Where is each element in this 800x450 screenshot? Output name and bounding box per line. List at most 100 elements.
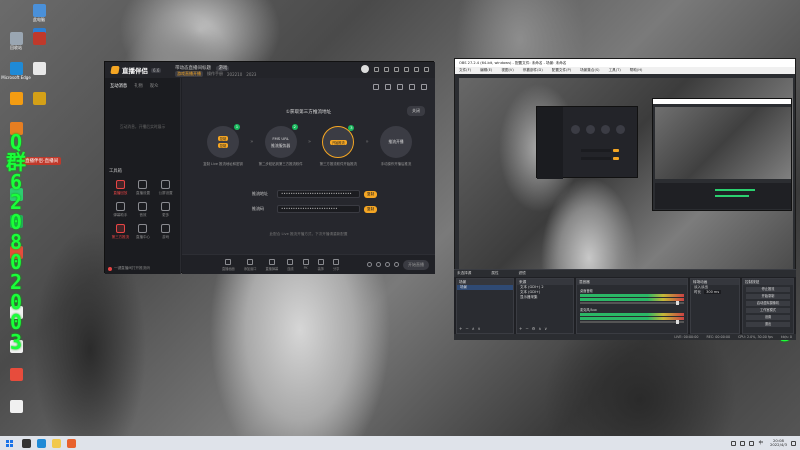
maximize-icon[interactable] [414,66,419,72]
home-icon[interactable] [385,84,391,90]
close-icon[interactable] [424,66,429,72]
menu-icon[interactable] [394,66,399,72]
scene-item[interactable]: 场景 [457,285,513,290]
obs-control-button[interactable]: 停止推流 [746,287,790,292]
tool-item[interactable]: 游戏 [154,224,177,240]
desktop-icon[interactable] [28,62,50,86]
obs-menu-item[interactable]: 编辑(E) [480,67,492,74]
copy-button[interactable]: 复制 [217,143,229,148]
obs-control-button[interactable]: 退出 [746,322,790,327]
shop-icon[interactable] [397,84,403,90]
filters-button[interactable]: 滤镜 [519,271,526,276]
copy-key-button[interactable]: 复制 [364,205,378,213]
up-icon[interactable]: ∧ [472,326,475,331]
bottom-tool[interactable]: 直播画面 [222,258,235,271]
desktop-icon[interactable] [5,368,27,392]
obs-control-button[interactable]: 工作室模式 [746,308,790,313]
duration-input[interactable]: 300 ms [704,290,722,294]
up-icon[interactable]: ∧ [538,326,541,331]
obs-control-button[interactable]: 启动虚拟摄像机 [746,301,790,306]
bottom-tool[interactable]: 连线 [287,258,294,271]
down-icon[interactable]: ∨ [544,326,547,331]
desktop-icon[interactable]: 此电脑 [28,4,50,28]
notification-icon[interactable] [373,84,379,90]
tool-item[interactable]: 直播中心 [132,224,155,240]
bottom-tool[interactable]: 添加窗口 [244,258,257,271]
copy-url-button[interactable]: 复制 [364,190,378,198]
audio-mixer-dock: 混音器 桌面音频 麦克风/Aux [576,278,688,334]
obs-menu-item[interactable]: 场景集合(S) [580,67,599,74]
desktop-icon[interactable]: 回收站 [5,32,27,56]
share-icon[interactable] [421,84,427,90]
tab-interaction[interactable]: 互动消息 [110,83,127,89]
avatar[interactable] [361,65,369,73]
obs-control-button[interactable]: 设置 [746,315,790,320]
desktop-icon[interactable]: Microsoft Edge [1,62,31,86]
add-icon[interactable]: + [519,326,522,331]
desktop-icon[interactable] [5,92,27,116]
tool-item[interactable]: 弹幕助手 [109,202,132,218]
remove-icon[interactable]: − [465,326,468,331]
chevron-up-icon[interactable] [731,440,737,446]
bottom-tool[interactable]: 分享 [333,258,339,271]
gear-icon[interactable] [394,262,399,267]
volume-icon[interactable] [749,440,755,446]
gear-icon[interactable]: ⚙ [532,326,536,331]
source-item[interactable]: 显示器采集 [517,295,573,300]
taskbar-live-app-icon[interactable] [67,438,76,448]
start-button[interactable] [2,436,16,450]
speaker-icon[interactable] [376,262,381,267]
tool-item[interactable]: 第三方推流 [109,224,132,240]
obs-menu-item[interactable]: 工具(T) [609,67,621,74]
taskbar-explorer-icon[interactable] [52,438,61,448]
clock-date: 2022/4/3 [769,442,787,447]
bottom-tool[interactable]: 直播弹幕 [266,258,278,271]
copy-button[interactable]: 复制 [217,136,229,141]
tool-item[interactable]: 直播回放 [109,180,132,196]
bottom-tool[interactable]: 装饰 [318,258,324,271]
volume-slider[interactable] [580,301,684,305]
start-push-button[interactable]: 开始推流 [329,139,347,145]
notification-icon[interactable] [791,440,796,446]
desktop-icon[interactable] [28,92,50,116]
desktop-icon[interactable] [5,400,27,424]
obs-menu-item[interactable]: 文件(F) [459,67,471,74]
tool-item[interactable]: 直播设置 [132,180,155,196]
tool-item[interactable]: 更多 [154,202,177,218]
network-icon[interactable] [740,440,746,446]
tab-gifts[interactable]: 礼物 [134,83,143,89]
obs-control-button[interactable]: 开始录制 [746,294,790,299]
camera-icon[interactable] [385,262,390,267]
input-language[interactable]: 中 [758,440,763,446]
remove-icon[interactable]: − [525,326,528,331]
obs-menu-item[interactable]: 视图(V) [501,67,513,74]
add-icon[interactable]: + [459,326,462,331]
go-live-button[interactable]: 开始直播 [403,259,429,270]
sidebar-footer[interactable]: 一键直播间打开推流码 [108,266,150,271]
push-url-field[interactable]: •••••••••••••••••••••••••••••• [277,190,360,198]
obs-menu-item[interactable]: 停靠部件(D) [523,67,543,74]
settings-icon[interactable] [384,66,389,72]
edit-icon[interactable] [409,84,415,90]
mic-icon[interactable] [367,262,372,267]
desktop-icon[interactable] [28,32,50,56]
properties-button[interactable]: 属性 [491,271,498,276]
down-icon[interactable]: ∨ [478,326,481,331]
arrow-icon: » [307,139,312,145]
minimize-icon[interactable] [404,66,409,72]
clock[interactable]: 20:08 2022/4/3 [769,438,787,448]
skin-icon[interactable] [374,66,379,72]
room-sub-pill[interactable]: 游戏直播开播 [175,71,203,77]
obs-menu-item[interactable]: 配置文件(P) [552,67,571,74]
obs-menu-item[interactable]: 帮助(H) [630,67,643,74]
volume-slider[interactable] [580,320,684,324]
tool-label: 更多 [162,213,170,217]
taskbar-task-view-icon[interactable] [22,438,31,448]
taskbar-edge-icon[interactable] [37,438,46,448]
push-key-field[interactable]: •••••••••••••••••••••••• [277,205,360,213]
close-button[interactable]: 关闭 [407,106,425,116]
tool-item[interactable]: 音效 [132,202,155,218]
tab-audience[interactable]: 观众 [150,83,159,89]
bottom-tool[interactable]: PK [302,258,309,271]
tool-item[interactable]: 公屏设置 [154,180,177,196]
